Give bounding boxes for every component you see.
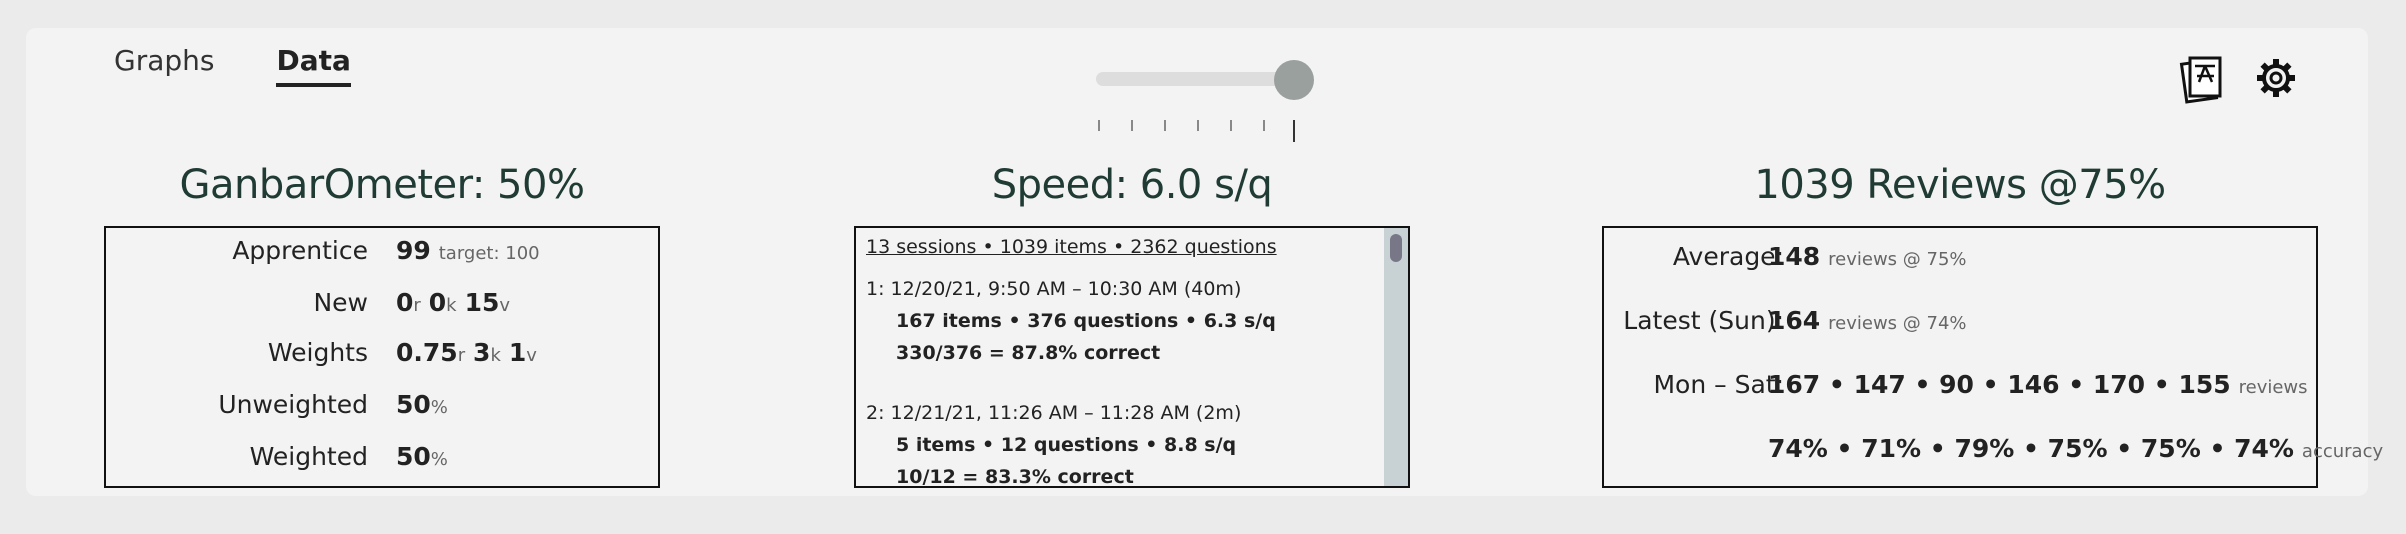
average-suffix: reviews @ 75% bbox=[1828, 249, 1967, 270]
unit: v bbox=[499, 295, 511, 316]
slider-tick bbox=[1164, 120, 1166, 131]
slider-tick bbox=[1131, 120, 1133, 131]
new-r: 0 bbox=[396, 288, 414, 317]
session-stats: 167 items • 376 questions • 6.3 s/q bbox=[896, 310, 1276, 332]
ganbarometer-section: GanbarOmeter: 50% bbox=[104, 162, 660, 208]
range-slider[interactable] bbox=[1096, 60, 1346, 142]
slider-tick bbox=[1263, 120, 1265, 131]
slider-tick bbox=[1098, 120, 1100, 131]
unweighted-value: 50 bbox=[396, 390, 431, 419]
weights-v: 1 bbox=[508, 338, 527, 367]
average-value: 148 bbox=[1768, 242, 1821, 271]
apprentice-label: Apprentice bbox=[232, 236, 368, 265]
session-header: 1: 12/20/21, 9:50 AM – 10:30 AM (40m) bbox=[866, 278, 1242, 300]
weighted-value: 50 bbox=[396, 442, 431, 471]
reviews-section: 1039 Reviews @75% bbox=[1602, 162, 2318, 208]
dashboard-card: Graphs Data GanbarOmeter: 50% Apprentice… bbox=[26, 28, 2383, 496]
kanji-card-icon[interactable] bbox=[2178, 52, 2226, 106]
unweighted-label: Unweighted bbox=[218, 390, 368, 419]
apprentice-target: target: 100 bbox=[438, 243, 540, 264]
gear-icon[interactable] bbox=[2252, 52, 2300, 106]
weights-r: 0.75 bbox=[396, 338, 458, 367]
reviews-title: 1039 Reviews @75% bbox=[1754, 162, 2166, 208]
speed-title: Speed: 6.0 s/q bbox=[991, 162, 1273, 208]
mon-sat-values: 167 • 147 • 90 • 146 • 170 • 155 bbox=[1768, 370, 2231, 399]
ganbarometer-title: GanbarOmeter: 50% bbox=[179, 162, 585, 208]
unit: r bbox=[413, 295, 421, 316]
apprentice-value: 99 bbox=[396, 236, 431, 265]
sessions-scrollbar[interactable] bbox=[1384, 228, 1408, 486]
weights-label: Weights bbox=[267, 338, 368, 367]
latest-value: 164 bbox=[1768, 306, 1821, 335]
new-v: 15 bbox=[464, 288, 500, 317]
unit: v bbox=[526, 345, 537, 366]
unit: k bbox=[490, 345, 501, 366]
sessions-summary[interactable]: 13 sessions • 1039 items • 2362 question… bbox=[866, 236, 1277, 258]
slider-thumb[interactable] bbox=[1274, 60, 1314, 100]
latest-label: Latest (Sun): bbox=[1623, 306, 1784, 335]
session-stats: 5 items • 12 questions • 8.8 s/q bbox=[896, 434, 1237, 456]
accuracy-values: 74% • 71% • 79% • 75% • 75% • 74% bbox=[1768, 434, 2294, 463]
unit: % bbox=[430, 449, 448, 470]
sessions-list[interactable]: 13 sessions • 1039 items • 2362 question… bbox=[856, 228, 1384, 486]
latest-suffix: reviews @ 74% bbox=[1828, 313, 1967, 334]
tab-bar: Graphs Data bbox=[114, 44, 351, 87]
weighted-label: Weighted bbox=[249, 442, 368, 471]
reviews-box: Average: 148 reviews @ 75% Latest (Sun):… bbox=[1602, 226, 2383, 488]
accuracy-suffix: accuracy bbox=[2301, 441, 2384, 462]
unit: r bbox=[457, 345, 466, 366]
unit: k bbox=[446, 295, 457, 316]
ganbarometer-box: Apprentice 99 target: 100 New 0r 0k 15v … bbox=[104, 226, 660, 488]
sessions-box[interactable]: 13 sessions • 1039 items • 2362 question… bbox=[854, 226, 1410, 488]
mon-sat-suffix: reviews bbox=[2238, 377, 2308, 398]
slider-tick bbox=[1293, 120, 1295, 142]
unit: % bbox=[430, 397, 448, 418]
slider-tick bbox=[1230, 120, 1232, 131]
tab-graphs[interactable]: Graphs bbox=[114, 44, 214, 87]
weights-k: 3 bbox=[473, 338, 491, 367]
session-header: 2: 12/21/21, 11:26 AM – 11:28 AM (2m) bbox=[866, 402, 1242, 424]
speed-section: Speed: 6.0 s/q bbox=[854, 162, 1410, 208]
session-correct: 10/12 = 83.3% correct bbox=[896, 466, 1134, 486]
new-k: 0 bbox=[428, 288, 447, 317]
mon-sat-label: Mon – Sat: bbox=[1653, 370, 1784, 399]
session-correct: 330/376 = 87.8% correct bbox=[896, 342, 1161, 364]
slider-tick bbox=[1197, 120, 1199, 131]
new-label: New bbox=[313, 288, 368, 317]
tab-data[interactable]: Data bbox=[276, 44, 351, 87]
scrollbar-thumb[interactable] bbox=[1390, 234, 1402, 262]
